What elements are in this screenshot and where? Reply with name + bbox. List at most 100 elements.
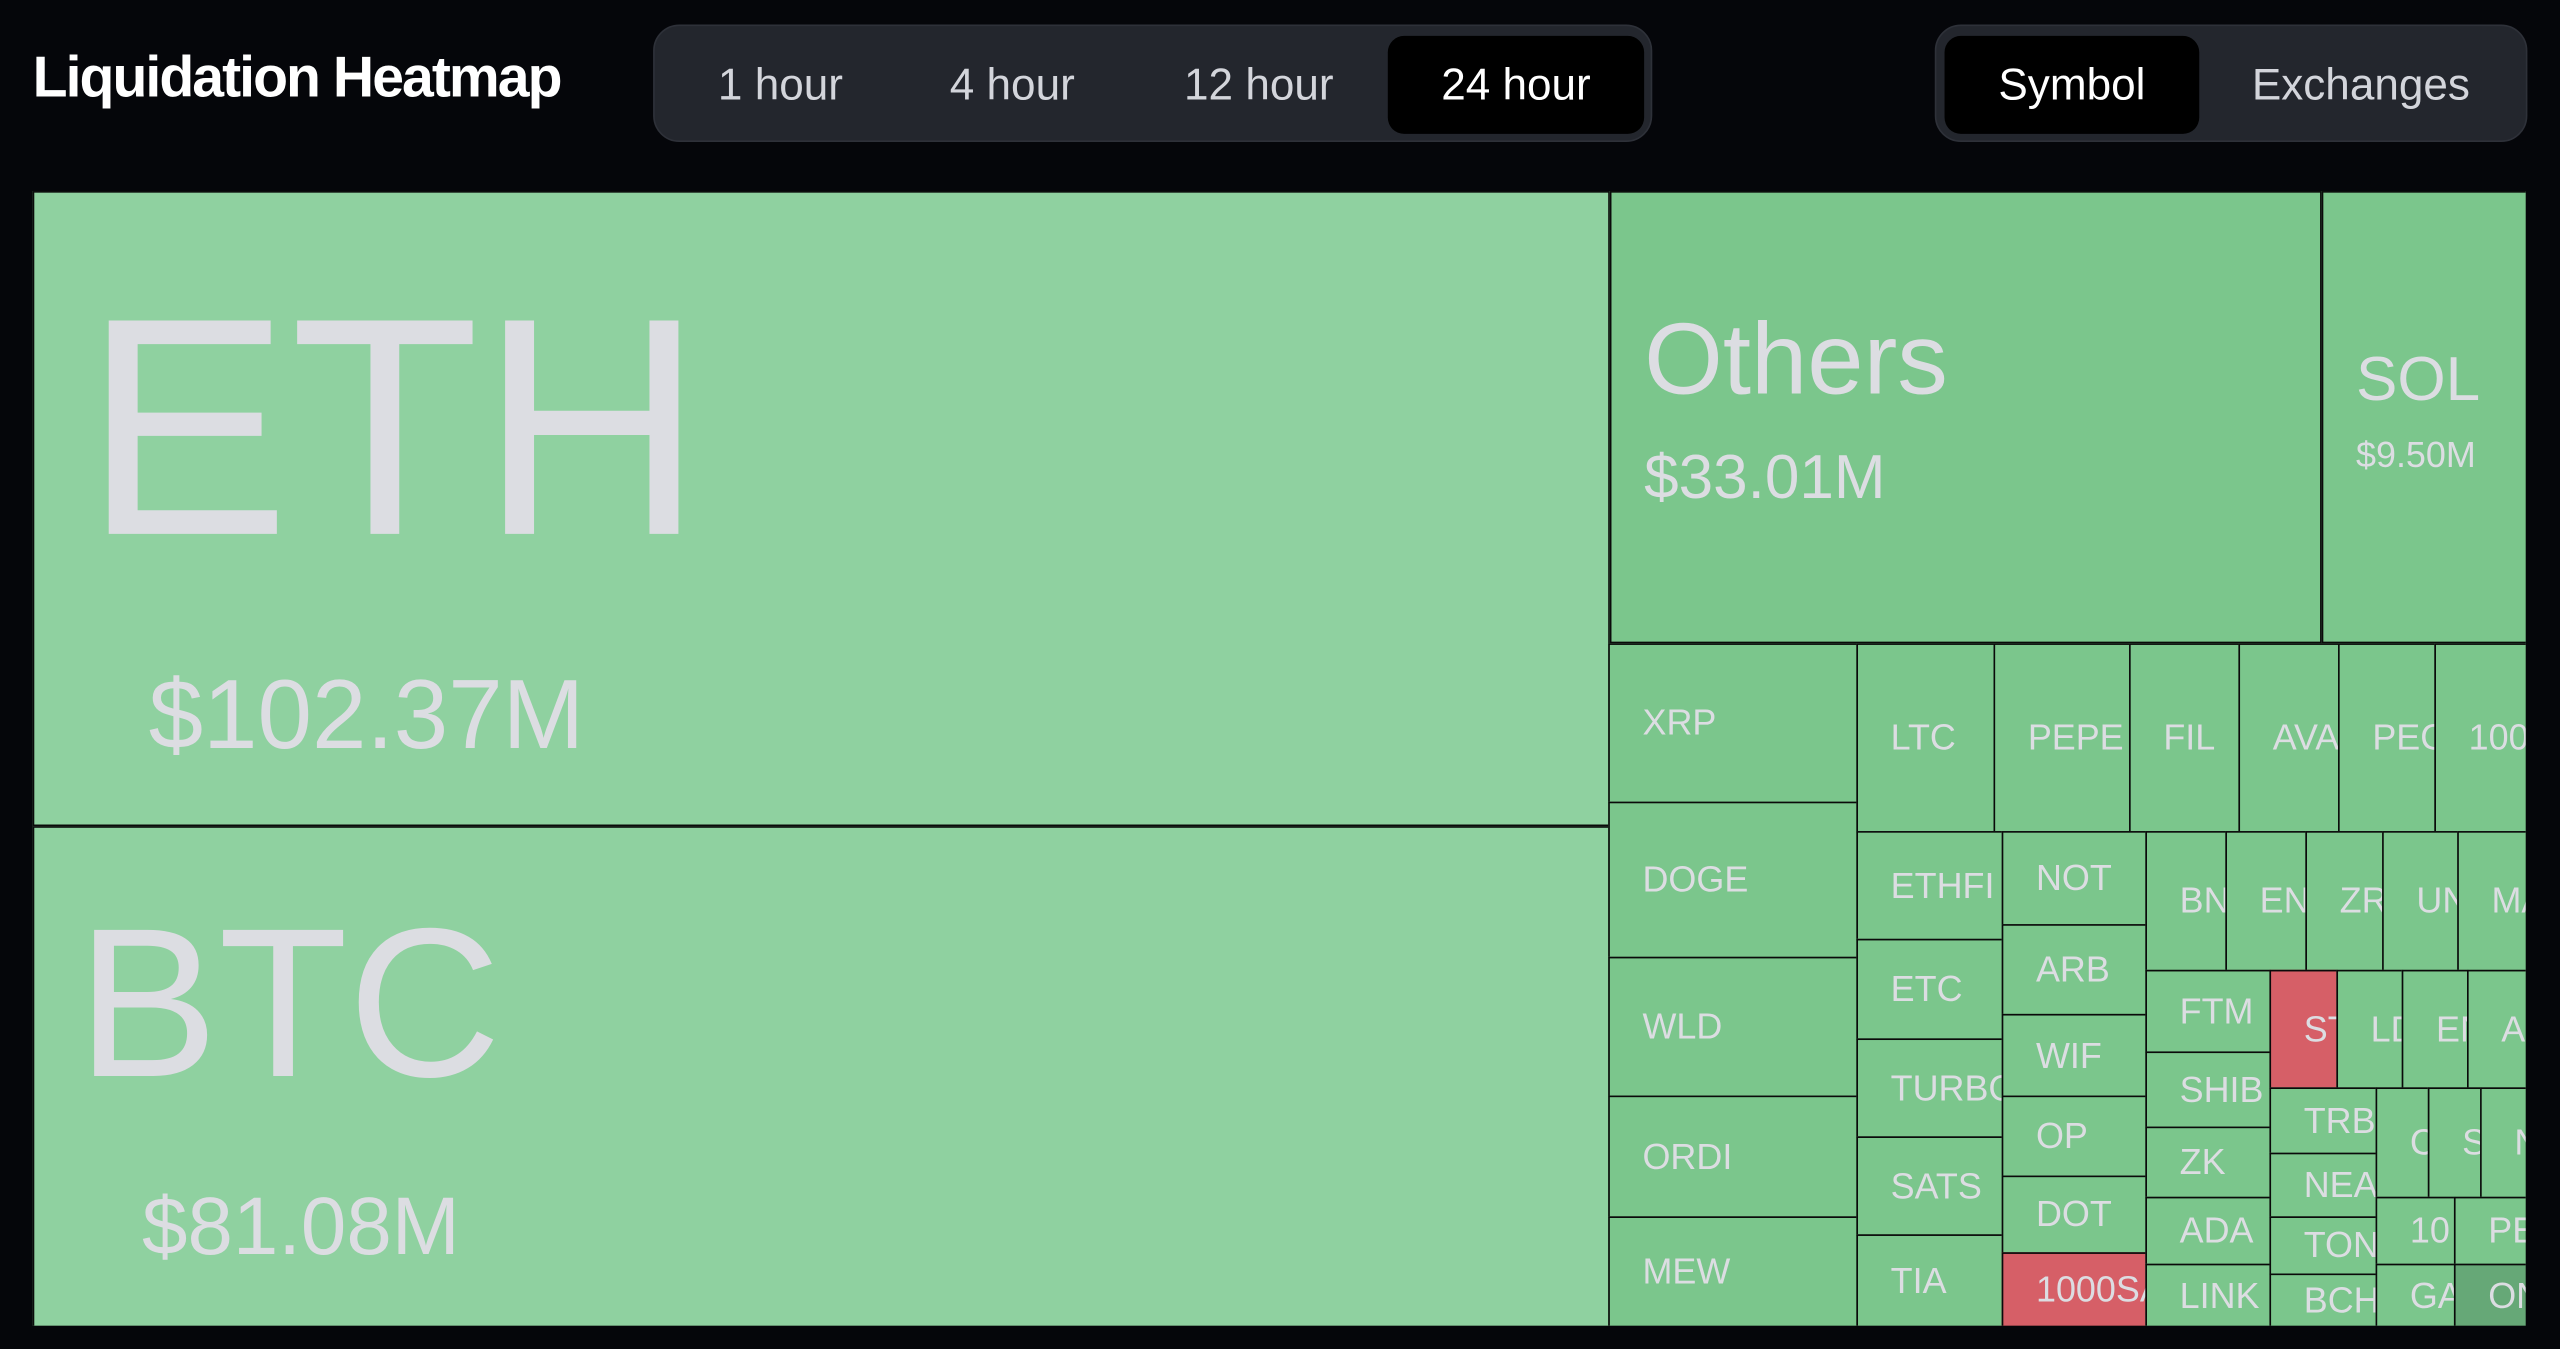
treemap-cell-fil[interactable]: FIL xyxy=(2129,643,2241,833)
cell-symbol: WIF xyxy=(2035,1034,2102,1076)
tab-24-hour[interactable]: 24 hour xyxy=(1387,35,1645,134)
treemap-cell-nea[interactable]: NEA xyxy=(2269,1152,2378,1218)
treemap-cell-etc[interactable]: ETC xyxy=(1856,938,2004,1041)
cell-symbol: SHIB xyxy=(2179,1068,2264,1110)
page-title: Liquidation Heatmap xyxy=(32,45,563,110)
treemap-cell-ltc[interactable]: LTC xyxy=(1856,643,1996,833)
treemap-cell-shib[interactable]: SHIB xyxy=(2145,1051,2272,1129)
treemap-cell-en[interactable]: EN xyxy=(2225,831,2308,972)
cell-symbol: DOGE xyxy=(1642,858,1749,900)
treemap-cell-st[interactable]: ST xyxy=(2269,969,2339,1090)
treemap-cell-ordi[interactable]: ORDI xyxy=(1608,1095,1859,1218)
cell-symbol: C xyxy=(2410,1124,2428,1161)
treemap-cell-ada[interactable]: ADA xyxy=(2145,1196,2272,1266)
cell-symbol: SATS xyxy=(1890,1164,1982,1206)
cell-symbol: ZK xyxy=(2179,1141,2226,1183)
cell-symbol: SOL xyxy=(2355,346,2481,415)
cell-symbol: BCH xyxy=(2303,1279,2378,1321)
treemap-cell-zk[interactable]: ZK xyxy=(2145,1126,2272,1199)
treemap-cell-pepe[interactable]: PEPE xyxy=(1993,643,2131,833)
treemap-cell-op[interactable]: OP xyxy=(2001,1095,2148,1178)
cell-symbol: BTC xyxy=(76,883,502,1122)
group-by-selector: Symbol Exchanges xyxy=(1934,24,2528,143)
treemap-cell-dot[interactable]: DOT xyxy=(2001,1175,2148,1254)
cell-symbol: PEPE xyxy=(2027,716,2124,758)
treemap-cell-ethfi[interactable]: ETHFI xyxy=(1856,831,2004,941)
treemap-cell-bch[interactable]: BCH xyxy=(2269,1273,2378,1326)
treemap-cell-un[interactable]: UN xyxy=(2382,831,2459,972)
cell-symbol: TON xyxy=(2303,1224,2378,1266)
treemap-cell-mew[interactable]: MEW xyxy=(1608,1216,1859,1326)
cell-symbol: AVA xyxy=(2272,716,2340,758)
treemap-cell-en[interactable]: EN xyxy=(2401,969,2469,1090)
treemap-cell-10[interactable]: 10 xyxy=(2375,1196,2456,1266)
cell-symbol: EN xyxy=(2435,1008,2467,1050)
cell-symbol: DOT xyxy=(2035,1193,2112,1235)
treemap-cell-on[interactable]: ON xyxy=(2453,1263,2526,1326)
cell-symbol: 10 xyxy=(2409,1209,2450,1251)
treemap-cell-xrp[interactable]: XRP xyxy=(1608,643,1859,804)
treemap-cell-c[interactable]: C xyxy=(2375,1087,2430,1199)
treemap-cell-100[interactable]: 100 xyxy=(2434,643,2526,833)
cell-symbol: 1000SA xyxy=(2035,1268,2145,1310)
treemap-cell-sol[interactable]: SOL $9.50M xyxy=(2321,191,2526,644)
treemap-cell-ava[interactable]: AVA xyxy=(2238,643,2340,833)
treemap-cell-wif[interactable]: WIF xyxy=(2001,1013,2148,1098)
treemap-cell-link[interactable]: LINK xyxy=(2145,1263,2272,1326)
tab-4-hour[interactable]: 4 hour xyxy=(909,36,1115,134)
cell-symbol: ZR xyxy=(2339,880,2384,921)
cell-symbol: ORDI xyxy=(1642,1135,1733,1177)
cell-symbol: ST xyxy=(2303,1008,2337,1050)
cell-symbol: XRP xyxy=(1642,702,1717,743)
treemap-cell-others[interactable]: Others $33.01M xyxy=(1609,191,2322,644)
treemap-cell-pec[interactable]: PEC xyxy=(2338,643,2436,833)
treemap-cell-ld[interactable]: LD xyxy=(2336,969,2404,1090)
cell-symbol: BN xyxy=(2179,880,2228,921)
treemap-cell-s[interactable]: S xyxy=(2427,1087,2482,1199)
cell-liquidation-value: $9.50M xyxy=(2355,434,2476,476)
treemap-cell-arb[interactable]: ARB xyxy=(2001,924,2148,1016)
cell-symbol: Others xyxy=(1644,303,1948,417)
cell-symbol: ARB xyxy=(2035,948,2110,990)
treemap-cell-btc[interactable]: BTC $81.08M xyxy=(32,826,1610,1326)
treemap-cell-ftm[interactable]: FTM xyxy=(2145,969,2272,1054)
cell-symbol: PEC xyxy=(2372,716,2434,758)
treemap-cell-tia[interactable]: TIA xyxy=(1856,1234,2004,1326)
cell-symbol: NOT xyxy=(2035,857,2112,898)
tab-symbol[interactable]: Symbol xyxy=(1944,35,2200,134)
tab-1-hour[interactable]: 1 hour xyxy=(678,36,884,134)
treemap-cell-n[interactable]: N xyxy=(2480,1087,2526,1199)
treemap-cell-doge[interactable]: DOGE xyxy=(1608,801,1859,959)
cell-symbol: S xyxy=(2462,1124,2480,1161)
cell-symbol: FIL xyxy=(2163,716,2216,758)
treemap-cell-zr[interactable]: ZR xyxy=(2305,831,2384,972)
cell-liquidation-value: $33.01M xyxy=(1644,443,1886,513)
cell-symbol: ETH xyxy=(83,254,704,601)
treemap-cell-not[interactable]: NOT xyxy=(2001,831,2148,926)
liquidation-treemap: ETH $102.37M BTC $81.08M Others $33.01M SOL $9.… xyxy=(32,191,2526,1326)
treemap-cell-1000sa[interactable]: 1000SA xyxy=(2001,1252,2148,1326)
treemap-cell-pe[interactable]: PE xyxy=(2453,1196,2526,1266)
cell-symbol: MA xyxy=(2491,880,2526,921)
cell-symbol: LTC xyxy=(1890,716,1956,758)
cell-symbol: LINK xyxy=(2179,1274,2260,1316)
cell-symbol: ETHFI xyxy=(1890,864,1995,906)
cell-symbol: N xyxy=(2514,1124,2525,1161)
treemap-cell-a[interactable]: A xyxy=(2467,969,2526,1090)
treemap-cell-bn[interactable]: BN xyxy=(2145,831,2228,972)
treemap-cell-trb[interactable]: TRB xyxy=(2269,1087,2378,1155)
treemap-cell-eth[interactable]: ETH $102.37M xyxy=(32,191,1610,827)
cell-symbol: ETC xyxy=(1890,968,1963,1010)
treemap-cell-ma[interactable]: MA xyxy=(2457,831,2526,972)
treemap-cell-sats[interactable]: SATS xyxy=(1856,1136,2004,1236)
treemap-cell-ton[interactable]: TON xyxy=(2269,1216,2378,1276)
cell-liquidation-value: $102.37M xyxy=(148,659,585,770)
tab-exchanges[interactable]: Exchanges xyxy=(2222,36,2500,134)
treemap-cell-wld[interactable]: WLD xyxy=(1608,956,1859,1098)
cell-symbol: A xyxy=(2501,1008,2526,1050)
treemap-cell-turbo[interactable]: TURBO xyxy=(1856,1038,2004,1138)
cell-symbol: TRB xyxy=(2303,1099,2376,1141)
cell-symbol: TIA xyxy=(1890,1259,1947,1301)
treemap-cell-ga[interactable]: GA xyxy=(2375,1263,2456,1326)
tab-12-hour[interactable]: 12 hour xyxy=(1145,36,1374,134)
